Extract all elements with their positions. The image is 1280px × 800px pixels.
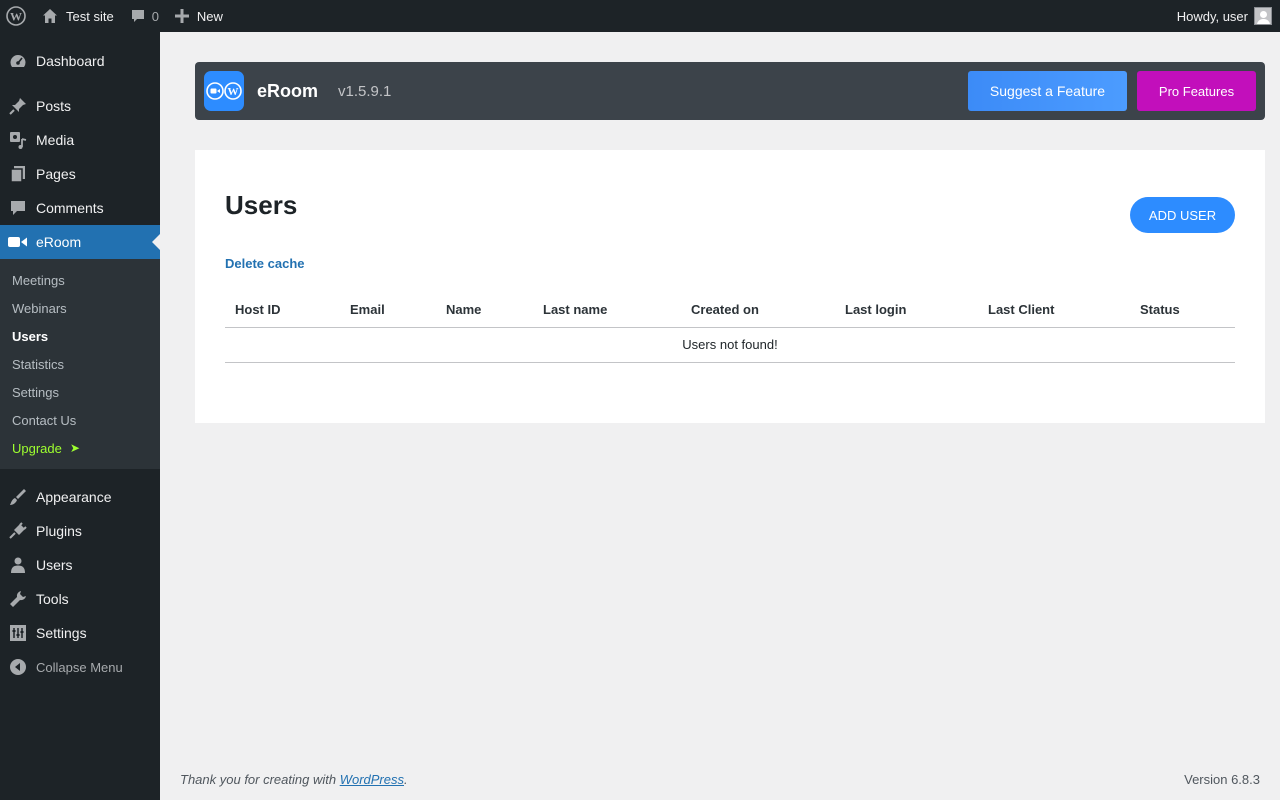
menu-settings-label: Settings: [36, 625, 87, 641]
pin-icon: [8, 96, 28, 116]
eroom-brand: eRoom: [257, 80, 319, 101]
menu-tools-label: Tools: [36, 591, 69, 607]
media-icon: [8, 130, 28, 150]
menu-media[interactable]: Media: [0, 123, 160, 157]
page-title: Users: [225, 190, 298, 220]
users-table: Host ID Email Name Last name Created on …: [225, 292, 1235, 363]
table-header-row: Host ID Email Name Last name Created on …: [225, 292, 1235, 328]
submenu-users[interactable]: Users: [0, 322, 160, 350]
column-header: Last login: [835, 292, 978, 328]
submenu-settings[interactable]: Settings: [0, 378, 160, 406]
home-icon: [42, 8, 58, 24]
upgrade-label: Upgrade: [12, 440, 62, 456]
menu-appearance-label: Appearance: [36, 489, 112, 505]
menu-settings[interactable]: Settings: [0, 616, 160, 650]
plus-icon: [174, 9, 189, 23]
submenu-meetings[interactable]: Meetings: [0, 266, 160, 294]
eroom-header: W eRoom v1.5.9.1 Suggest a Feature Pro F…: [195, 62, 1265, 120]
svg-text:W: W: [228, 86, 239, 98]
menu-posts[interactable]: Posts: [0, 89, 160, 123]
table-row: Users not found!: [225, 327, 1235, 363]
comments-count: 0: [151, 8, 159, 24]
plug-icon: [8, 521, 28, 541]
comment-icon: [8, 198, 28, 218]
users-panel: Users ADD USER Delete cache Host ID Emai…: [195, 150, 1265, 423]
submenu-webinars[interactable]: Webinars: [0, 294, 160, 322]
suggest-feature-button[interactable]: Suggest a Feature: [968, 71, 1127, 111]
admin-sidebar: Dashboard Posts Media Pages Comments eRo…: [0, 32, 160, 800]
add-user-button[interactable]: ADD USER: [1130, 197, 1235, 233]
comments-link[interactable]: 0: [122, 0, 167, 32]
menu-dashboard-label: Dashboard: [36, 53, 105, 69]
menu-eroom-label: eRoom: [36, 234, 82, 250]
new-content-link[interactable]: New: [167, 0, 231, 32]
dashboard-icon: [8, 51, 28, 71]
menu-users-label: Users: [36, 557, 73, 573]
wordpress-logo-icon[interactable]: W: [0, 0, 34, 32]
menu-eroom[interactable]: eRoom: [0, 225, 160, 259]
column-header: Email: [340, 292, 436, 328]
footer-thanks-suffix: .: [404, 772, 408, 787]
eroom-version: v1.5.9.1: [338, 82, 392, 100]
column-header: Last name: [533, 292, 681, 328]
collapse-arrow-icon: [8, 657, 28, 677]
menu-plugins-label: Plugins: [36, 523, 82, 539]
my-account-link[interactable]: Howdy, user: [1169, 0, 1280, 32]
menu-dashboard[interactable]: Dashboard: [0, 44, 160, 78]
column-header: Status: [1130, 292, 1235, 328]
footer-thanks: Thank you for creating with WordPress.: [180, 772, 408, 787]
menu-pages[interactable]: Pages: [0, 157, 160, 191]
menu-media-label: Media: [36, 132, 75, 148]
wordpress-link[interactable]: WordPress: [340, 772, 404, 787]
wrench-icon: [8, 589, 28, 609]
footer-version: Version 6.8.3: [1184, 772, 1260, 787]
comment-icon: [130, 8, 146, 24]
column-header: Name: [436, 292, 533, 328]
admin-bar: W Test site 0 New Howdy, user: [0, 0, 1280, 32]
delete-cache-link[interactable]: Delete cache: [225, 256, 305, 271]
column-header: Last Client: [978, 292, 1130, 328]
menu-appearance[interactable]: Appearance: [0, 480, 160, 514]
site-name-link[interactable]: Test site: [34, 0, 122, 32]
menu-tools[interactable]: Tools: [0, 582, 160, 616]
empty-state-text: Users not found!: [225, 327, 1235, 363]
menu-pages-label: Pages: [36, 166, 76, 182]
submenu-upgrade[interactable]: Upgrade ➤: [0, 434, 160, 462]
column-header: Created on: [681, 292, 835, 328]
howdy-label: Howdy, user: [1176, 8, 1248, 24]
column-header: Host ID: [225, 292, 340, 328]
collapse-menu-label: Collapse Menu: [36, 659, 123, 675]
menu-comments[interactable]: Comments: [0, 191, 160, 225]
eroom-logo-icon: W: [204, 71, 244, 111]
brush-icon: [8, 487, 28, 507]
submenu-statistics[interactable]: Statistics: [0, 350, 160, 378]
video-camera-icon: [8, 232, 28, 252]
site-name-label: Test site: [66, 8, 114, 24]
submenu-contact-us[interactable]: Contact Us: [0, 406, 160, 434]
avatar: [1254, 7, 1272, 25]
settings-icon: [8, 623, 28, 643]
menu-users[interactable]: Users: [0, 548, 160, 582]
menu-posts-label: Posts: [36, 98, 72, 114]
menu-plugins[interactable]: Plugins: [0, 514, 160, 548]
collapse-menu-button[interactable]: Collapse Menu: [0, 650, 160, 684]
menu-comments-label: Comments: [36, 200, 104, 216]
new-label: New: [196, 8, 223, 24]
eroom-submenu: Meetings Webinars Users Statistics Setti…: [0, 259, 160, 469]
user-icon: [8, 555, 28, 575]
footer-thanks-prefix: Thank you for creating with: [180, 772, 337, 787]
pro-features-button[interactable]: Pro Features: [1137, 71, 1256, 111]
arrow-right-icon: ➤: [69, 441, 80, 455]
svg-text:W: W: [10, 10, 22, 24]
pages-icon: [8, 164, 28, 184]
